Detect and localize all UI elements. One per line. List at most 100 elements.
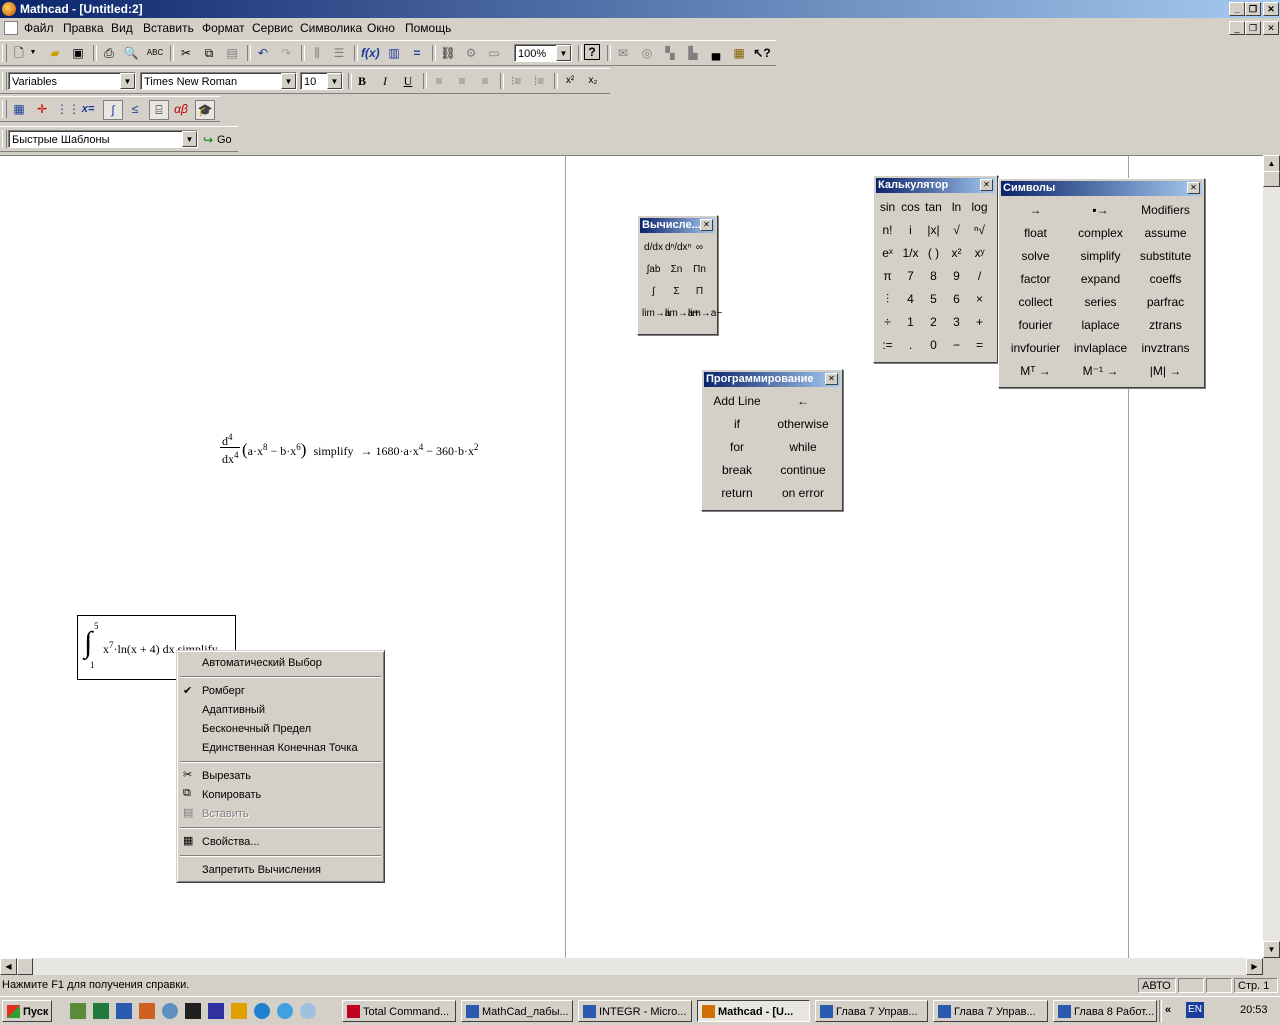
symbolic-button[interactable]: ▪→ — [1068, 203, 1133, 217]
palette-title[interactable]: Символы — [1001, 181, 1202, 196]
calculus-button[interactable]: Σ — [665, 286, 688, 297]
spellcheck-icon[interactable]: ABC — [146, 44, 164, 62]
programming-button[interactable]: for — [704, 440, 770, 454]
new-icon[interactable]: 🗋 — [10, 44, 28, 62]
tray-expand-icon[interactable]: « — [1165, 1004, 1171, 1016]
close-icon[interactable]: ✕ — [1187, 182, 1200, 194]
programming-button[interactable]: if — [704, 417, 770, 431]
calculator-button[interactable]: sin — [876, 200, 899, 214]
menu-format[interactable]: Формат — [202, 21, 245, 35]
close-button[interactable]: ✕ — [1263, 2, 1279, 16]
taskbar-task-button[interactable]: Total Command... — [342, 1000, 456, 1022]
insert-function-icon[interactable]: f(x) — [361, 44, 380, 62]
calculator-button[interactable]: 0 — [922, 338, 945, 352]
calculator-button[interactable]: 1/x — [899, 246, 922, 260]
palette-title[interactable]: Программирование — [704, 372, 840, 387]
doc-restore-button[interactable]: ❐ — [1245, 21, 1261, 35]
whats-this-icon[interactable]: ↖? — [753, 44, 771, 62]
symbolic-button[interactable]: solve — [1003, 249, 1068, 263]
print-preview-icon[interactable]: 🔍 — [122, 44, 140, 62]
cut-icon[interactable]: ✂ — [177, 44, 195, 62]
calculator-button[interactable]: / — [968, 269, 991, 283]
vertical-scrollbar[interactable]: ▲ ▼ — [1263, 155, 1280, 958]
calculator-button[interactable]: tan — [922, 200, 945, 214]
calculator-button[interactable]: x² — [945, 246, 968, 260]
quicklaunch-icon[interactable] — [139, 1003, 155, 1019]
calculator-button[interactable]: 7 — [899, 269, 922, 283]
calculator-button[interactable]: i — [899, 223, 922, 237]
calculus-button[interactable]: ∞ — [688, 242, 711, 253]
symbolic-button[interactable]: coeffs — [1133, 272, 1198, 286]
underline-button[interactable]: U — [399, 72, 417, 90]
menu-item-auto-select[interactable]: Автоматический Выбор — [202, 657, 322, 669]
programming-button[interactable]: while — [770, 440, 836, 454]
calculator-button[interactable]: 9 — [945, 269, 968, 283]
ie-icon[interactable] — [254, 1003, 270, 1019]
bullets-icon[interactable]: ⁝≡ — [507, 72, 525, 90]
restore-button[interactable]: ❐ — [1245, 2, 1261, 16]
scroll-thumb[interactable] — [17, 958, 33, 975]
boolean-palette-icon[interactable]: ≤ — [126, 100, 144, 118]
quicklaunch-icon[interactable] — [162, 1003, 178, 1019]
calculus-button[interactable]: Πn — [688, 264, 711, 275]
calculator-button[interactable]: 6 — [945, 292, 968, 306]
calculator-button[interactable]: √ — [945, 223, 968, 237]
symbolic-button[interactable]: expand — [1068, 272, 1133, 286]
menu-item-romberg[interactable]: Ромберг — [202, 685, 245, 697]
calculator-button[interactable]: n! — [876, 223, 899, 237]
email-icon[interactable]: ✉ — [614, 44, 632, 62]
taskbar-task-button[interactable]: Mathcad - [U... — [697, 1000, 810, 1022]
calculator-button[interactable]: π — [876, 269, 899, 283]
calculus-button[interactable]: lim→a− — [688, 308, 722, 319]
doc-minimize-button[interactable]: _ — [1229, 21, 1245, 35]
close-icon[interactable]: ✕ — [980, 179, 993, 191]
quicklaunch-icon[interactable] — [231, 1003, 247, 1019]
symbolic-button[interactable]: invfourier — [1003, 341, 1068, 355]
symbolic-button[interactable]: invztrans — [1133, 341, 1198, 355]
align-across-icon[interactable]: ⫼ — [308, 44, 326, 62]
size-select[interactable]: 10 ▼ — [300, 72, 343, 90]
symbolic-button[interactable]: float — [1003, 226, 1068, 240]
derivative-expression[interactable]: d4 dx4 (a·x8 − b·x6) simplify → 1680·a·x… — [218, 430, 498, 472]
go-arrow-icon[interactable]: ↪ — [203, 133, 213, 147]
subscript-icon[interactable]: x₂ — [584, 72, 602, 90]
symbolic-button[interactable]: assume — [1133, 226, 1198, 240]
programming-button[interactable]: continue — [770, 463, 836, 477]
symbolic-button[interactable]: fourier — [1003, 318, 1068, 332]
greek-palette-icon[interactable]: αβ — [172, 100, 190, 118]
word-icon[interactable] — [116, 1003, 132, 1019]
calculator-button[interactable]: 2 — [922, 315, 945, 329]
menu-item-copy[interactable]: Копировать — [202, 789, 261, 801]
copy-icon[interactable]: ⧉ — [200, 44, 218, 62]
paste-icon[interactable]: ▤ — [223, 44, 241, 62]
calculator-button[interactable]: eˣ — [876, 246, 899, 260]
calculator-button[interactable]: cos — [899, 200, 922, 214]
evaluation-palette-icon[interactable]: x= — [79, 100, 97, 118]
calculator-button[interactable]: ( ) — [922, 246, 945, 260]
chevron-down-icon[interactable]: ▼ — [327, 73, 342, 89]
menu-file[interactable]: Файл — [24, 21, 54, 35]
symbolic-button[interactable]: invlaplace — [1068, 341, 1133, 355]
menu-item-paste[interactable]: Вставить — [202, 808, 249, 820]
insert-unit-icon[interactable]: ▥ — [385, 44, 403, 62]
calculator-button[interactable]: 1 — [899, 315, 922, 329]
symbolic-button[interactable]: complex — [1068, 226, 1133, 240]
quicklaunch-icon[interactable] — [277, 1003, 293, 1019]
calculus-button[interactable]: lim→a — [642, 308, 670, 319]
undo-icon[interactable]: ↶ — [254, 44, 272, 62]
calculator-button[interactable]: 4 — [899, 292, 922, 306]
calculator-button[interactable]: 3 — [945, 315, 968, 329]
calculate-icon[interactable]: = — [408, 44, 426, 62]
menu-item-infinite-limit[interactable]: Бесконечный Предел — [202, 723, 311, 735]
calculator-button[interactable]: + — [968, 315, 991, 329]
collab-icon[interactable]: ▚ — [661, 44, 679, 62]
scroll-left-icon[interactable]: ◀ — [0, 958, 17, 975]
menu-view[interactable]: Вид — [111, 21, 133, 35]
menu-item-cut[interactable]: Вырезать — [202, 770, 251, 782]
menu-help[interactable]: Помощь — [405, 21, 451, 35]
menu-window[interactable]: Окно — [367, 21, 395, 35]
minimize-button[interactable]: _ — [1229, 2, 1245, 16]
align-left-icon[interactable]: ≡ — [430, 72, 448, 90]
insert-hyperlink-icon[interactable]: ⛓ — [439, 44, 457, 62]
calculator-button[interactable]: ÷ — [876, 315, 899, 329]
